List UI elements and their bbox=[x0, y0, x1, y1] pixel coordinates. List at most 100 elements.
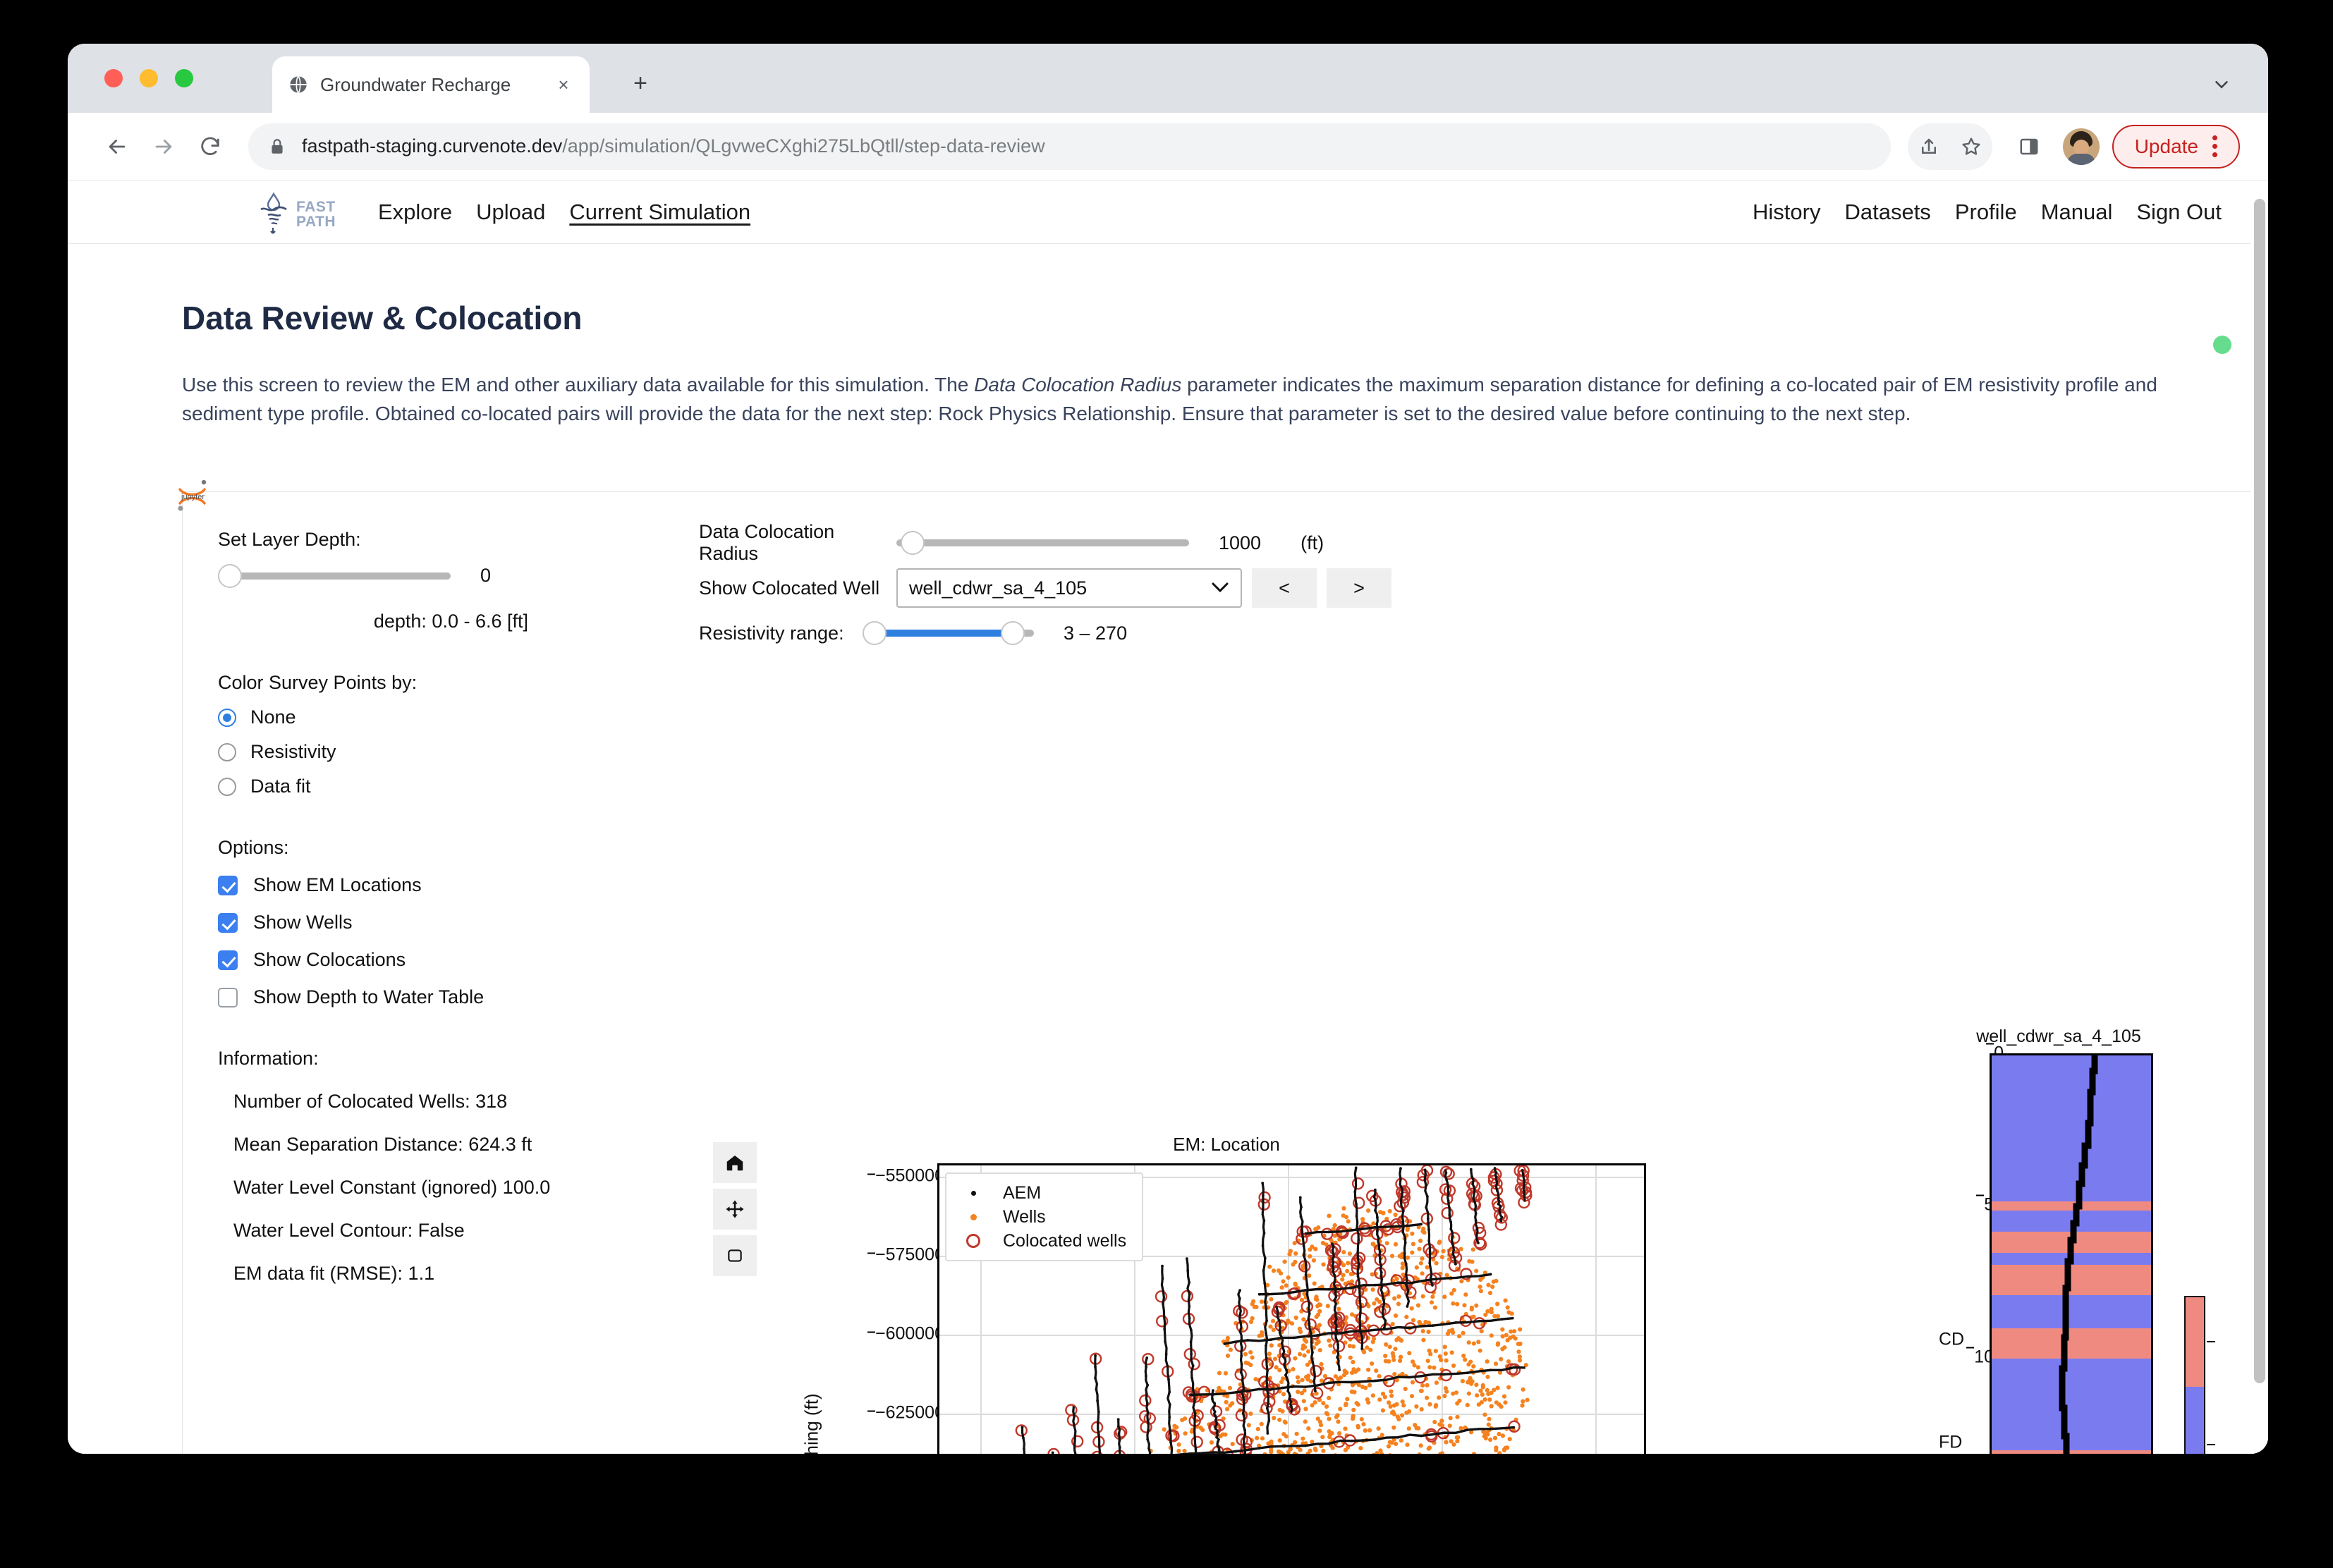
checkbox-show-wells[interactable]: Show Wells bbox=[218, 912, 585, 933]
layer-depth-slider[interactable] bbox=[218, 563, 451, 588]
reload-icon[interactable] bbox=[189, 125, 231, 168]
page-scrollbar-thumb[interactable] bbox=[2254, 199, 2265, 1383]
resistivity-range-row: Resistivity range: 3 – 270 bbox=[699, 611, 1799, 656]
nav-link-history[interactable]: History bbox=[1753, 200, 1820, 225]
colorbar-label-cd: CD bbox=[1939, 1329, 1965, 1349]
checkbox-show-depth-to-water-table[interactable]: Show Depth to Water Table bbox=[218, 986, 585, 1008]
colocation-radius-slider[interactable] bbox=[896, 531, 1189, 556]
radio-icon-data-fit[interactable] bbox=[218, 777, 236, 796]
radio-option-data-fit[interactable]: Data fit bbox=[218, 776, 585, 797]
checkbox-show-em-locations[interactable]: Show EM Locations bbox=[218, 874, 585, 896]
checkbox-icon-depth-water-table[interactable] bbox=[218, 987, 238, 1007]
chevron-down-icon bbox=[1211, 579, 1229, 597]
checkbox-icon-em-locations[interactable] bbox=[218, 875, 238, 895]
checkbox-label-wells: Show Wells bbox=[253, 912, 353, 933]
profile-plot-area[interactable] bbox=[1990, 1053, 2153, 1454]
page-title: Data Review & Colocation bbox=[182, 300, 583, 336]
home-icon[interactable] bbox=[713, 1142, 757, 1184]
share-icon[interactable] bbox=[1908, 125, 1950, 168]
previous-well-button[interactable]: < bbox=[1252, 568, 1317, 608]
star-icon[interactable] bbox=[1950, 125, 1992, 168]
checkbox-icon-colocations[interactable] bbox=[218, 950, 238, 970]
checkbox-label-colocations: Show Colocations bbox=[253, 949, 406, 971]
well-profile-title: well_cdwr_sa_4_105 bbox=[1976, 1027, 2141, 1047]
close-window-button[interactable] bbox=[104, 69, 123, 87]
browser-tab[interactable]: Groundwater Recharge × bbox=[272, 56, 590, 113]
em-location-plot-area[interactable]: AEM Wells Colocated wells bbox=[937, 1163, 1646, 1454]
checkbox-label-em-locations: Show EM Locations bbox=[253, 874, 422, 896]
avatar[interactable] bbox=[2062, 128, 2100, 165]
layer-depth-label: Set Layer Depth: bbox=[218, 529, 361, 551]
nav-link-manual[interactable]: Manual bbox=[2041, 200, 2113, 225]
checkbox-label-depth-water-table: Show Depth to Water Table bbox=[253, 986, 485, 1008]
legend-label-wells: Wells bbox=[1003, 1206, 1046, 1227]
info-water-level-constant: Water Level Constant (ignored) 100.0 bbox=[233, 1177, 551, 1199]
info-mean-separation-distance: Mean Separation Distance: 624.3 ft bbox=[233, 1134, 532, 1156]
side-panel-icon[interactable] bbox=[2008, 125, 2050, 168]
page-scrollbar[interactable] bbox=[2251, 180, 2268, 1454]
fastpath-logo[interactable]: FAST PATH bbox=[258, 190, 343, 238]
left-controls-column: Set Layer Depth: 0 depth: 0.0 - 6.6 [ft]… bbox=[218, 529, 585, 1285]
profile-colorbar bbox=[2184, 1296, 2215, 1454]
address-bar-url: fastpath-staging.curvenote.dev/app/simul… bbox=[302, 135, 1045, 157]
options-label: Options: bbox=[218, 837, 289, 859]
colocated-well-select[interactable]: well_cdwr_sa_4_105 bbox=[896, 568, 1242, 608]
colocation-radius-label: Data Colocation Radius bbox=[699, 521, 835, 565]
nav-link-explore[interactable]: Explore bbox=[378, 200, 452, 225]
pan-icon[interactable] bbox=[713, 1189, 757, 1230]
black-dot-icon bbox=[955, 1190, 992, 1196]
toolbar-right-actions: Update bbox=[1907, 123, 2240, 170]
back-arrow-icon[interactable] bbox=[96, 125, 138, 168]
y-tick-label: −550000 bbox=[867, 1166, 944, 1187]
close-tab-button[interactable]: × bbox=[553, 74, 574, 95]
checkbox-icon-wells[interactable] bbox=[218, 912, 238, 933]
legend-entry-colocated-wells: Colocated wells bbox=[955, 1229, 1126, 1253]
legend-entry-aem: AEM bbox=[955, 1181, 1126, 1205]
next-well-button[interactable]: > bbox=[1327, 568, 1391, 608]
nav-link-current-simulation[interactable]: Current Simulation bbox=[569, 200, 750, 225]
nav-link-sign-out[interactable]: Sign Out bbox=[2136, 200, 2222, 225]
page-description-part1: Use this screen to review the EM and oth… bbox=[182, 374, 975, 396]
well-resistivity-profile: well_cdwr_sa_4_105 Depth (ft) 0 50 100 1… bbox=[1903, 1014, 2268, 1454]
color-by-label: Color Survey Points by: bbox=[218, 672, 418, 694]
radio-label-none: None bbox=[250, 706, 296, 728]
info-em-data-fit-rmse: EM data fit (RMSE): 1.1 bbox=[233, 1263, 435, 1285]
radio-option-resistivity[interactable]: Resistivity bbox=[218, 741, 585, 763]
page-viewport: FAST PATH Explore Upload Current Simulat… bbox=[68, 180, 2268, 1454]
url-domain: fastpath-staging.curvenote.dev bbox=[302, 135, 563, 157]
address-bar[interactable]: fastpath-staging.curvenote.dev/app/simul… bbox=[248, 123, 1891, 170]
depth-range-note: depth: 0.0 - 6.6 [ft] bbox=[373, 611, 528, 632]
nav-link-profile[interactable]: Profile bbox=[1955, 200, 2017, 225]
em-location-map-title: EM: Location bbox=[1173, 1134, 1280, 1156]
colocation-radius-value: 1000 bbox=[1219, 532, 1262, 553]
em-location-legend: AEM Wells Colocated wells bbox=[945, 1172, 1144, 1262]
nav-link-upload[interactable]: Upload bbox=[476, 200, 545, 225]
radio-icon-resistivity[interactable] bbox=[218, 742, 236, 761]
browser-tab-strip: Groundwater Recharge × + bbox=[68, 44, 2268, 113]
resistivity-curve bbox=[2059, 1055, 2098, 1454]
zoom-box-icon[interactable] bbox=[713, 1235, 757, 1277]
minimize-window-button[interactable] bbox=[140, 69, 158, 87]
legend-label-aem: AEM bbox=[1003, 1182, 1042, 1203]
checkbox-show-colocations[interactable]: Show Colocations bbox=[218, 949, 585, 971]
widget-panel-inner: Set Layer Depth: 0 depth: 0.0 - 6.6 [ft]… bbox=[183, 492, 2268, 1454]
legend-label-colocated-wells: Colocated wells bbox=[1003, 1230, 1127, 1251]
nav-link-datasets[interactable]: Datasets bbox=[1844, 200, 1930, 225]
radio-option-none[interactable]: None bbox=[218, 706, 585, 728]
resistivity-range-slider[interactable] bbox=[863, 621, 1034, 646]
new-tab-button[interactable]: + bbox=[625, 68, 656, 99]
update-button[interactable]: Update bbox=[2112, 124, 2240, 169]
kebab-menu-icon[interactable] bbox=[2212, 135, 2217, 157]
browser-toolbar: fastpath-staging.curvenote.dev/app/simul… bbox=[68, 113, 2268, 180]
resistivity-range-label: Resistivity range: bbox=[699, 622, 844, 644]
layer-depth-slider-row: 0 bbox=[218, 563, 585, 588]
info-number-colocated-wells: Number of Colocated Wells: 318 bbox=[233, 1091, 508, 1113]
y-tick-label: −625000 bbox=[867, 1403, 944, 1423]
chevron-down-icon[interactable] bbox=[2206, 69, 2237, 100]
forward-arrow-icon[interactable] bbox=[142, 125, 185, 168]
colocated-well-row: Show Colocated Well well_cdwr_sa_4_105 <… bbox=[699, 565, 1799, 611]
radio-icon-none[interactable] bbox=[218, 708, 236, 727]
widget-panel: jupyter Set Layer Depth: 0 depth: 0.0 - … bbox=[178, 479, 2268, 1454]
colocated-well-value: well_cdwr_sa_4_105 bbox=[909, 577, 1088, 599]
maximize-window-button[interactable] bbox=[175, 69, 193, 87]
